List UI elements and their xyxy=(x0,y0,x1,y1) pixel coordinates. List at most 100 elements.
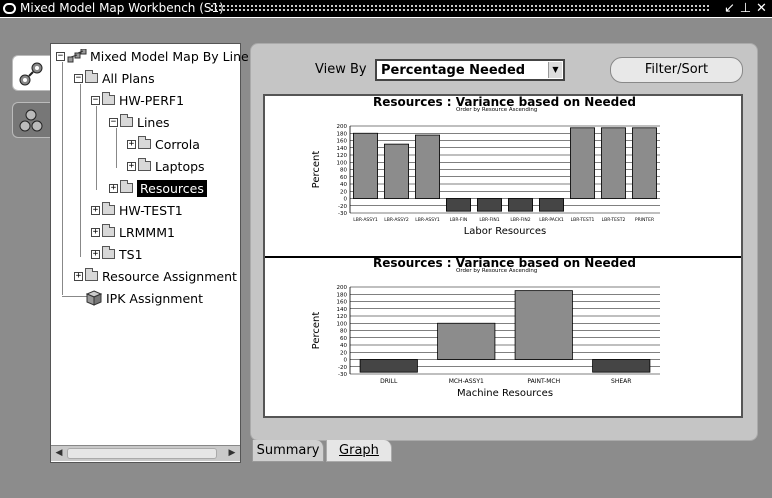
tree-item-label: HW-TEST1 xyxy=(119,202,183,218)
x-category-label: MCH-ASSY1 xyxy=(449,378,484,385)
y-tick-label: -30 xyxy=(338,372,347,378)
x-category-label: PRINTER xyxy=(635,217,654,223)
title-bar-drag-area[interactable] xyxy=(210,4,710,13)
folder-icon xyxy=(102,224,115,237)
tree-item-mixed-model-map[interactable]: − Mixed Model Map By Line xyxy=(56,46,249,66)
x-axis-label: Labor Resources xyxy=(464,226,547,237)
tree-item-ts1[interactable]: + TS1 xyxy=(91,244,143,264)
x-category-label: PAINT-MCH xyxy=(527,378,560,385)
window-menu-icon[interactable] xyxy=(3,3,16,14)
tree-item-laptops[interactable]: + Laptops xyxy=(127,156,205,176)
y-tick-label: 200 xyxy=(337,124,348,130)
tab-mixed-model-map[interactable] xyxy=(12,55,50,91)
tree-item-label: IPK Assignment xyxy=(106,290,203,306)
folder-icon xyxy=(120,114,133,127)
y-tick-label: 60 xyxy=(340,336,347,342)
tree-item-resources[interactable]: + Resources xyxy=(109,178,207,198)
tree-item-lrmmm1[interactable]: + LRMMM1 xyxy=(91,222,175,242)
cube-icon xyxy=(86,290,102,306)
scroll-right-icon[interactable]: ▶ xyxy=(225,447,239,460)
folder-icon xyxy=(138,136,151,149)
tree-item-label: TS1 xyxy=(119,246,143,262)
cluster-icon xyxy=(19,109,43,132)
bar xyxy=(601,127,626,199)
tree-horizontal-scrollbar[interactable]: ◀ ▶ xyxy=(51,445,240,461)
x-category-label: LBR-ASSY1 xyxy=(415,217,440,223)
y-tick-label: 40 xyxy=(340,182,347,188)
y-tick-label: 40 xyxy=(340,343,347,349)
y-tick-label: 180 xyxy=(337,131,348,137)
chevron-down-icon[interactable]: ▼ xyxy=(548,62,562,78)
scroll-thumb[interactable] xyxy=(67,448,217,459)
expand-icon[interactable]: + xyxy=(127,161,136,171)
collapse-icon[interactable]: − xyxy=(109,117,118,127)
tree-item-corrola[interactable]: + Corrola xyxy=(127,134,200,154)
y-tick-label: 180 xyxy=(337,292,348,298)
maximize-button[interactable]: ⊥ xyxy=(738,1,753,16)
tab-graph[interactable]: Graph xyxy=(326,440,392,462)
tree-item-hw-perf1[interactable]: − HW-PERF1 xyxy=(91,90,184,110)
folder-icon xyxy=(138,158,151,171)
bar xyxy=(384,143,409,199)
tree-item-lines[interactable]: − Lines xyxy=(109,112,170,132)
filter-sort-button[interactable]: Filter/Sort xyxy=(610,57,743,83)
tree-item-label: LRMMM1 xyxy=(119,224,175,240)
tree-item-label: Resources xyxy=(137,179,207,197)
expand-icon[interactable]: + xyxy=(74,271,83,281)
y-tick-label: -20 xyxy=(338,204,347,210)
y-tick-label: 100 xyxy=(337,321,348,327)
expand-icon[interactable]: + xyxy=(91,205,100,215)
x-category-label: LBR-TEST2 xyxy=(602,217,626,223)
folder-icon xyxy=(85,70,98,83)
bar xyxy=(437,322,496,360)
x-category-label: LBR-FIN2 xyxy=(510,217,530,223)
x-category-label: DRILL xyxy=(380,378,398,385)
tree-item-ipk-assignment[interactable]: IPK Assignment xyxy=(86,288,203,308)
tree-item-hw-test1[interactable]: + HW-TEST1 xyxy=(91,200,183,220)
bar xyxy=(514,290,573,360)
expand-icon[interactable]: + xyxy=(91,249,100,259)
bar xyxy=(592,359,651,373)
y-tick-label: 60 xyxy=(340,175,347,181)
expand-icon[interactable]: + xyxy=(127,139,136,149)
folder-icon xyxy=(102,92,115,105)
collapse-icon[interactable]: − xyxy=(56,51,65,61)
x-category-label: SHEAR xyxy=(611,378,631,385)
bar xyxy=(570,127,595,199)
x-category-label: LBR-PACK1 xyxy=(539,217,564,223)
y-tick-label: 0 xyxy=(344,358,348,364)
y-tick-label: 80 xyxy=(340,329,347,335)
collapse-icon[interactable]: − xyxy=(91,95,100,105)
bar xyxy=(359,359,418,373)
tree-item-label: Lines xyxy=(137,114,170,130)
x-category-label: LBR-FIN1 xyxy=(479,217,499,223)
labor-resources-chart: 200180160140120100806040200-20-30LBR-ASS… xyxy=(311,124,660,237)
tree-item-label: HW-PERF1 xyxy=(119,92,185,108)
folder-icon xyxy=(85,268,98,281)
y-tick-label: 200 xyxy=(337,285,348,291)
collapse-icon[interactable]: − xyxy=(74,73,83,83)
y-axis-label: Percent xyxy=(311,151,322,189)
tab-summary[interactable]: Summary xyxy=(252,440,324,462)
tree-item-resource-assignment[interactable]: + Resource Assignment xyxy=(74,266,237,286)
tab-graph-label: Graph xyxy=(339,443,379,458)
tree-item-label: Resource Assignment xyxy=(102,268,237,284)
minimize-button[interactable]: ↙ xyxy=(722,1,737,16)
tree-item-label: All Plans xyxy=(102,70,155,86)
bar xyxy=(415,134,440,199)
scroll-left-icon[interactable]: ◀ xyxy=(52,447,66,460)
tree-item-label: Corrola xyxy=(155,136,200,152)
view-by-select[interactable]: Percentage Needed ▼ xyxy=(375,59,565,81)
expand-icon[interactable]: + xyxy=(91,227,100,237)
view-by-label: View By xyxy=(315,62,367,77)
bar xyxy=(508,198,533,212)
close-button[interactable]: ✕ xyxy=(754,1,769,16)
title-bar: Mixed Model Map Workbench (S1) ↙ ⊥ ✕ xyxy=(0,0,772,18)
expand-icon[interactable]: + xyxy=(109,183,118,193)
y-tick-label: 140 xyxy=(337,146,348,152)
y-tick-label: 100 xyxy=(337,160,348,166)
view-by-value: Percentage Needed xyxy=(381,63,526,78)
tab-resources[interactable] xyxy=(12,102,50,138)
x-category-label: LBR-TEST1 xyxy=(571,217,595,223)
tree-item-all-plans[interactable]: − All Plans xyxy=(74,68,155,88)
